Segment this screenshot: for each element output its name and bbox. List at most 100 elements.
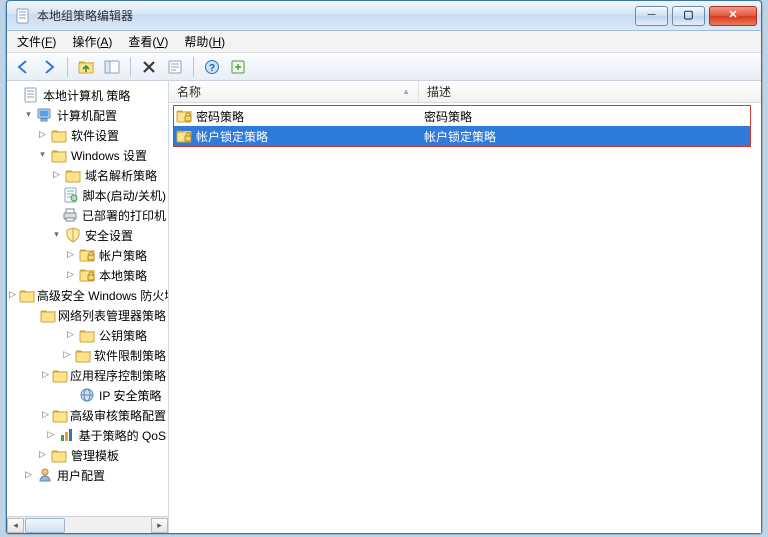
folder-lock-icon (79, 267, 95, 283)
export-icon (230, 59, 246, 75)
tree-label: 软件设置 (71, 127, 119, 144)
tree-label: 计算机配置 (57, 107, 117, 124)
titlebar[interactable]: 本地组策略编辑器 ─ ▢ ✕ (7, 1, 761, 31)
column-header-name[interactable]: 名称 ▲ (169, 81, 419, 102)
properties-icon (167, 59, 183, 75)
close-icon: ✕ (728, 10, 737, 21)
back-button[interactable] (11, 56, 35, 78)
minimize-button[interactable]: ─ (635, 6, 668, 26)
tree-name-resolution[interactable]: ▷ 域名解析策略 (9, 165, 168, 185)
folder-icon (40, 308, 54, 322)
tree-label: 应用程序控制策略 (70, 367, 166, 384)
folder-up-icon (78, 59, 94, 75)
column-header-desc[interactable]: 描述 (419, 81, 761, 102)
tree-ip-security[interactable]: ▷ IP 安全策略 (9, 385, 168, 405)
tree-label: IP 安全策略 (99, 387, 161, 404)
toolbar-separator (67, 57, 68, 77)
menubar: 文件(F) 操作(A) 查看(V) 帮助(H) (7, 31, 761, 53)
tree-label: 脚本(启动/关机) (83, 187, 166, 204)
window: 本地组策略编辑器 ─ ▢ ✕ 文件(F) 操作(A) 查看(V) 帮助(H) (6, 0, 762, 534)
panel-icon (104, 59, 120, 75)
tree-root[interactable]: ▷ 本地计算机 策略 (9, 85, 168, 105)
tree-network-list[interactable]: ▷ 网络列表管理器策略 (9, 305, 168, 325)
arrow-left-icon (15, 59, 31, 75)
tree-label: 高级安全 Windows 防火墙 (37, 287, 168, 304)
tree-scripts[interactable]: ▷ 脚本(启动/关机) (9, 185, 168, 205)
toggle-tree-button[interactable] (100, 56, 124, 78)
tree-computer-config[interactable]: ▾ 计算机配置 (9, 105, 168, 125)
tree-label: 高级审核策略配置 (70, 407, 166, 424)
script-icon (63, 187, 79, 203)
toolbar-separator (130, 57, 131, 77)
menu-file[interactable]: 文件(F) (17, 33, 56, 50)
export-button[interactable] (226, 56, 250, 78)
tree-pane: ▷ 本地计算机 策略 ▾ 计算机配置 ▷ 软件设置 ▾ W (7, 81, 169, 533)
list-body[interactable]: 密码策略 密码策略 帐户锁定策略 帐户锁定策略 (169, 103, 761, 149)
menu-view[interactable]: 查看(V) (128, 33, 168, 50)
content-split: ▷ 本地计算机 策略 ▾ 计算机配置 ▷ 软件设置 ▾ W (7, 81, 761, 533)
folder-lock-icon (176, 108, 192, 124)
forward-button[interactable] (37, 56, 61, 78)
scroll-left-button[interactable]: ◂ (7, 518, 24, 533)
folder-lock-icon (79, 247, 95, 263)
list-header: 名称 ▲ 描述 (169, 81, 761, 103)
close-button[interactable]: ✕ (709, 6, 757, 26)
cell-name: 帐户锁定策略 (196, 128, 268, 145)
tree-local-policies[interactable]: ▷ 本地策略 (9, 265, 168, 285)
qos-icon (59, 427, 75, 443)
list-row[interactable]: 密码策略 密码策略 (174, 106, 750, 126)
list-row-selected[interactable]: 帐户锁定策略 帐户锁定策略 (174, 126, 750, 146)
tree-scroll[interactable]: ▷ 本地计算机 策略 ▾ 计算机配置 ▷ 软件设置 ▾ W (7, 81, 168, 516)
scroll-track[interactable] (24, 518, 151, 533)
folder-icon (51, 128, 67, 142)
tree-label: 域名解析策略 (85, 167, 157, 184)
folder-icon (65, 168, 81, 182)
window-title: 本地组策略编辑器 (37, 7, 631, 24)
tree-label: 用户配置 (57, 467, 105, 484)
tree-label: 网络列表管理器策略 (58, 307, 166, 324)
tree-label: 本地策略 (99, 267, 147, 284)
security-icon (65, 227, 81, 243)
delete-button[interactable] (137, 56, 161, 78)
tree-windows-settings[interactable]: ▾ Windows 设置 (9, 145, 168, 165)
menu-action[interactable]: 操作(A) (72, 33, 112, 50)
tree-public-key[interactable]: ▷ 公钥策略 (9, 325, 168, 345)
cell-desc: 密码策略 (418, 108, 750, 125)
maximize-icon: ▢ (683, 10, 693, 21)
tree-user-config[interactable]: ▷ 用户配置 (9, 465, 168, 485)
app-icon (15, 8, 31, 24)
scroll-right-button[interactable]: ▸ (151, 518, 168, 533)
maximize-button[interactable]: ▢ (672, 6, 705, 26)
cell-name: 密码策略 (196, 108, 244, 125)
list-pane: 名称 ▲ 描述 密码策略 密码策略 帐户锁定策略 (169, 81, 761, 533)
tree-software-restriction[interactable]: ▷ 软件限制策略 (9, 345, 168, 365)
help-icon (204, 59, 220, 75)
delete-icon (141, 59, 157, 75)
tree-advanced-audit[interactable]: ▷ 高级审核策略配置 (9, 405, 168, 425)
tree-admin-templates[interactable]: ▷ 管理模板 (9, 445, 168, 465)
tree-software-settings[interactable]: ▷ 软件设置 (9, 125, 168, 145)
arrow-right-icon (41, 59, 57, 75)
tree-security-settings[interactable]: ▾ 安全设置 (9, 225, 168, 245)
tree-hscrollbar[interactable]: ◂ ▸ (7, 516, 168, 533)
up-button[interactable] (74, 56, 98, 78)
tree-policy-qos[interactable]: ▷ 基于策略的 QoS (9, 425, 168, 445)
help-button[interactable] (200, 56, 224, 78)
user-icon (37, 467, 53, 483)
tree-advanced-security[interactable]: ▷ 高级安全 Windows 防火墙 (9, 285, 168, 305)
folder-lock-icon (176, 128, 192, 144)
properties-button[interactable] (163, 56, 187, 78)
tree-app-control[interactable]: ▷ 应用程序控制策略 (9, 365, 168, 385)
folder-icon (51, 448, 67, 462)
menu-help[interactable]: 帮助(H) (184, 33, 225, 50)
folder-icon (79, 328, 95, 342)
tree-label: 本地计算机 策略 (43, 87, 130, 104)
scroll-thumb[interactable] (25, 518, 65, 533)
minimize-icon: ─ (648, 10, 656, 21)
tree-account-policies[interactable]: ▷ 帐户策略 (9, 245, 168, 265)
tree-label: 安全设置 (85, 227, 133, 244)
folder-icon (52, 408, 66, 422)
highlight-outline: 密码策略 密码策略 帐户锁定策略 帐户锁定策略 (173, 105, 751, 147)
tree-deployed-printers[interactable]: ▷ 已部署的打印机 (9, 205, 168, 225)
ipsec-icon (79, 387, 95, 403)
